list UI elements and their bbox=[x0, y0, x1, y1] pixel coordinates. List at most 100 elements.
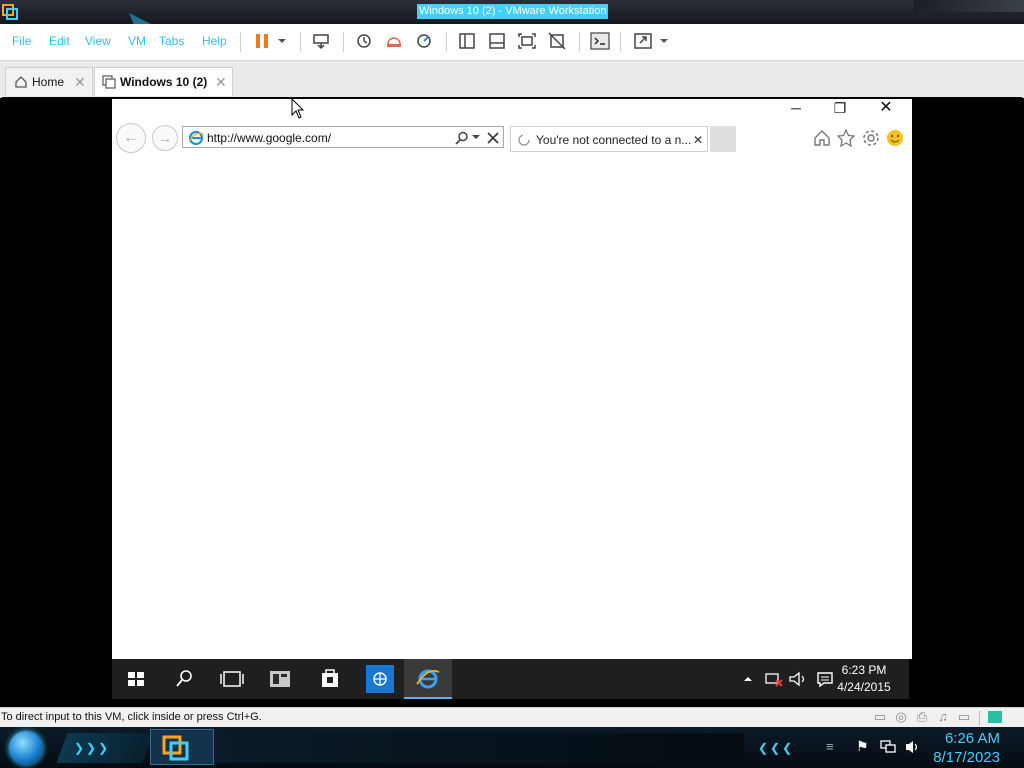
display-icon[interactable]: ▭ bbox=[955, 708, 973, 726]
host-title-bar: Windows 10 (2) - VMware Workstation bbox=[0, 0, 1024, 36]
file-explorer-icon[interactable] bbox=[256, 659, 304, 699]
snapshot-manager-icon[interactable] bbox=[414, 32, 434, 50]
revert-snapshot-icon[interactable] bbox=[384, 32, 404, 50]
host-status-bar: To direct input to this VM, click inside… bbox=[0, 707, 1024, 728]
volume-icon[interactable] bbox=[904, 739, 922, 755]
tab-home-label: Home bbox=[32, 75, 65, 89]
tab-windows-10-2[interactable]: Windows 10 (2) ✕ bbox=[94, 67, 233, 96]
ie-taskbar-button[interactable] bbox=[404, 659, 452, 699]
host-time: 6:26 AM bbox=[944, 730, 1000, 747]
show-library-icon[interactable] bbox=[457, 32, 477, 50]
menu-help[interactable]: Help bbox=[202, 24, 227, 58]
host-date: 8/17/2023 bbox=[933, 749, 1000, 766]
close-icon[interactable]: ✕ bbox=[215, 68, 227, 96]
host-taskbar: ❯❯❯ ❮❮❮ ≡ ⚑ 6:26 AM 8/17/2023 bbox=[0, 727, 1024, 768]
toolbar-separator bbox=[300, 32, 301, 52]
tab-home[interactable]: Home ✕ bbox=[5, 67, 93, 96]
gear-icon[interactable] bbox=[862, 129, 880, 147]
menu-view[interactable]: View bbox=[85, 24, 111, 58]
task-view-icon[interactable] bbox=[208, 659, 256, 699]
message-log-icon[interactable] bbox=[988, 711, 1002, 723]
taskbar-band bbox=[214, 733, 744, 763]
title-bar-decoration bbox=[914, 0, 1024, 12]
forward-button[interactable]: → bbox=[152, 125, 178, 151]
store-icon[interactable] bbox=[306, 659, 354, 699]
host-menu-bar: File Edit View VM Tabs Help bbox=[0, 24, 1024, 61]
edge-globe-icon[interactable] bbox=[356, 659, 404, 699]
ie-logo-icon bbox=[416, 669, 440, 689]
taskbar-chevron-decoration: ❮❮❮ bbox=[758, 741, 795, 755]
menu-vm[interactable]: VM bbox=[128, 24, 146, 58]
window-title: Windows 10 (2) - VMware Workstation bbox=[417, 4, 609, 19]
tab-vm-label: Windows 10 (2) bbox=[120, 75, 208, 89]
send-ctrl-alt-del-icon[interactable] bbox=[311, 32, 331, 50]
unity-icon[interactable] bbox=[547, 32, 567, 50]
printer-icon[interactable]: ⎙ bbox=[913, 708, 931, 726]
toolbar-separator bbox=[446, 32, 447, 52]
search-icon[interactable] bbox=[160, 659, 208, 699]
address-url: http://www.google.com/ bbox=[207, 131, 332, 145]
chevron-up-icon[interactable] bbox=[742, 673, 754, 685]
guest-date: 4/24/2015 bbox=[837, 680, 891, 694]
network-icon[interactable] bbox=[880, 739, 896, 755]
search-icon[interactable] bbox=[455, 131, 469, 145]
browser-content[interactable] bbox=[112, 155, 912, 659]
menu-edit[interactable]: Edit bbox=[49, 24, 70, 58]
status-separator bbox=[979, 711, 980, 725]
console-view-icon[interactable] bbox=[590, 32, 610, 50]
guest-time: 6:23 PM bbox=[841, 663, 887, 677]
pause-icon[interactable] bbox=[254, 32, 274, 50]
favorites-star-icon[interactable] bbox=[837, 129, 855, 147]
minimize-icon[interactable]: ─ bbox=[774, 99, 818, 117]
status-message: To direct input to this VM, click inside… bbox=[1, 711, 262, 723]
vm-icon bbox=[102, 75, 116, 89]
ie-logo-icon bbox=[188, 130, 204, 146]
ie-window[interactable]: ─ ❐ ✕ ← → http://www.google.com/ You're … bbox=[112, 99, 912, 659]
mouse-cursor-icon bbox=[291, 98, 305, 119]
browser-tab-title: You're not connected to a n... bbox=[536, 133, 692, 147]
vmware-logo-icon bbox=[162, 735, 189, 761]
cd-rom-icon[interactable]: ◎ bbox=[892, 708, 910, 726]
taskbar-chevron-decoration: ❯❯❯ bbox=[74, 741, 111, 755]
home-icon bbox=[15, 76, 27, 88]
restore-icon[interactable]: ❐ bbox=[818, 99, 862, 117]
network-disconnected-icon[interactable] bbox=[764, 670, 784, 688]
snapshot-icon[interactable] bbox=[354, 32, 374, 50]
flag-icon[interactable]: ⚑ bbox=[856, 738, 869, 755]
hard-disk-icon[interactable]: ▭ bbox=[871, 708, 889, 726]
show-thumbnail-bar-icon[interactable] bbox=[487, 32, 507, 50]
stretch-guest-icon[interactable] bbox=[633, 32, 653, 50]
close-icon[interactable]: ✕ bbox=[74, 68, 86, 96]
toolbar-separator bbox=[240, 32, 241, 52]
start-orb-icon[interactable] bbox=[9, 731, 43, 765]
chevron-down-icon[interactable] bbox=[276, 32, 288, 50]
chevron-down-icon[interactable] bbox=[658, 32, 670, 50]
loading-spinner-icon bbox=[518, 134, 530, 146]
stop-icon[interactable] bbox=[487, 132, 499, 144]
close-icon[interactable]: ✕ bbox=[693, 127, 703, 153]
sound-card-icon[interactable]: ♫ bbox=[934, 708, 952, 726]
back-button[interactable]: ← bbox=[116, 123, 146, 153]
browser-tab[interactable]: You're not connected to a n... ✕ bbox=[510, 126, 708, 152]
volume-icon[interactable] bbox=[788, 670, 808, 688]
toolbar-separator bbox=[620, 32, 621, 52]
full-screen-icon[interactable] bbox=[517, 32, 537, 50]
toolbar-separator bbox=[343, 32, 344, 52]
windows-start-icon[interactable] bbox=[112, 659, 160, 699]
tray-menu-icon[interactable]: ≡ bbox=[826, 739, 834, 754]
vmware-taskbar-button[interactable] bbox=[150, 729, 214, 765]
address-bar[interactable]: http://www.google.com/ bbox=[182, 126, 504, 148]
toolbar-separator bbox=[579, 32, 580, 52]
menu-file[interactable]: File bbox=[12, 24, 31, 58]
feedback-smiley-icon[interactable] bbox=[886, 129, 904, 147]
close-icon[interactable]: ✕ bbox=[864, 99, 908, 117]
host-clock[interactable]: 6:26 AM 8/17/2023 bbox=[933, 729, 1000, 767]
guest-clock[interactable]: 6:23 PM 4/24/2015 bbox=[829, 662, 899, 696]
vmware-logo-icon bbox=[2, 4, 18, 20]
menu-tabs[interactable]: Tabs bbox=[159, 24, 184, 58]
vm-tab-bar: Home ✕ Windows 10 (2) ✕ bbox=[0, 61, 1024, 98]
home-icon[interactable] bbox=[813, 129, 831, 147]
guest-taskbar: 6:23 PM 4/24/2015 bbox=[112, 659, 909, 699]
new-tab-button[interactable] bbox=[710, 126, 736, 152]
chevron-down-icon[interactable] bbox=[472, 134, 480, 142]
